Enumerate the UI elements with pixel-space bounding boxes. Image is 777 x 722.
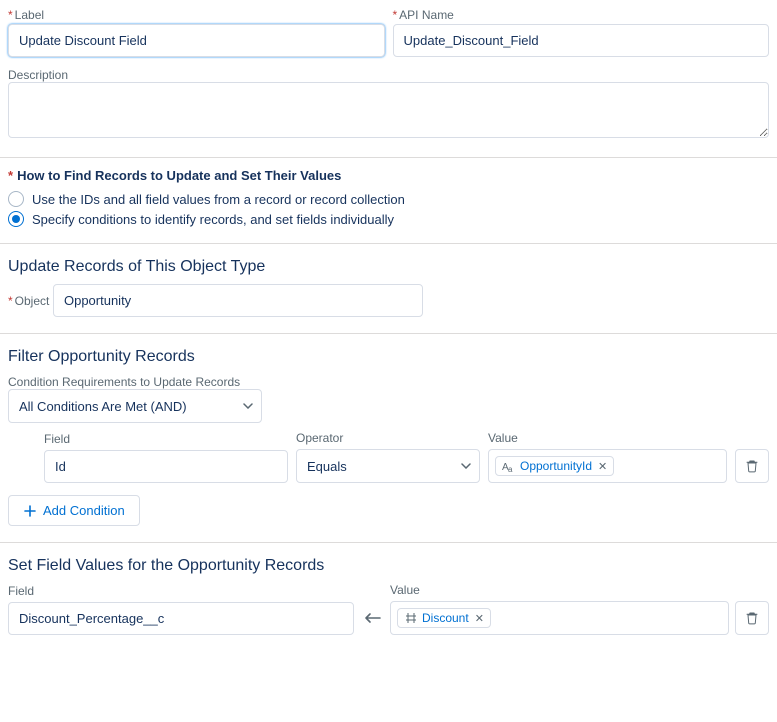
close-icon[interactable]: ✕ (475, 612, 484, 625)
label-input[interactable] (8, 24, 385, 57)
description-label: Description (8, 68, 68, 82)
chevron-down-icon (461, 463, 471, 469)
text-type-icon: Aa (502, 459, 516, 473)
condition-req-value: All Conditions Are Met (AND) (19, 399, 187, 414)
radio-icon (8, 211, 24, 227)
setvals-field-label: Field (8, 584, 354, 598)
filter-operator-label: Operator (296, 431, 480, 445)
radio-icon (8, 191, 24, 207)
svg-text:a: a (508, 465, 513, 473)
filter-field-input[interactable] (44, 450, 288, 483)
filter-operator-value: Equals (307, 459, 347, 474)
token-label: Discount (422, 611, 469, 625)
value-token[interactable]: Discount ✕ (397, 608, 491, 628)
close-icon[interactable]: ✕ (598, 460, 607, 473)
token-label: OpportunityId (520, 459, 592, 473)
radio-option-use-ids[interactable]: Use the IDs and all field values from a … (8, 191, 769, 207)
condition-req-select[interactable]: All Conditions Are Met (AND) (8, 389, 262, 423)
add-condition-label: Add Condition (43, 503, 125, 518)
plus-icon (23, 504, 37, 518)
setvals-value-label: Value (390, 583, 729, 597)
filter-operator-select[interactable]: Equals (296, 449, 480, 483)
filter-field-label: Field (44, 432, 288, 446)
radio-label: Specify conditions to identify records, … (32, 212, 394, 227)
object-label: Object (8, 294, 49, 308)
setvals-field-input[interactable] (8, 602, 354, 635)
trash-icon (745, 611, 759, 625)
find-heading: How to Find Records to Update and Set Th… (8, 168, 769, 183)
description-input[interactable] (8, 82, 769, 138)
assign-arrow-icon (360, 601, 384, 635)
value-token[interactable]: Aa OpportunityId ✕ (495, 456, 614, 476)
condition-req-label: Condition Requirements to Update Records (8, 375, 240, 389)
chevron-down-icon (243, 403, 253, 409)
radio-option-specify-conditions[interactable]: Specify conditions to identify records, … (8, 211, 769, 227)
delete-condition-button[interactable] (735, 449, 769, 483)
add-condition-button[interactable]: Add Condition (8, 495, 140, 526)
delete-field-button[interactable] (735, 601, 769, 635)
number-type-icon (404, 611, 418, 625)
setvals-value-input[interactable]: Discount ✕ (390, 601, 729, 635)
filter-heading: Filter Opportunity Records (8, 348, 769, 366)
filter-value-label: Value (488, 431, 727, 445)
object-input[interactable] (53, 284, 423, 317)
apiname-input[interactable] (393, 24, 770, 57)
filter-value-input[interactable]: Aa OpportunityId ✕ (488, 449, 727, 483)
object-type-heading: Update Records of This Object Type (8, 258, 769, 276)
setvals-heading: Set Field Values for the Opportunity Rec… (8, 557, 769, 575)
trash-icon (745, 459, 759, 473)
radio-label: Use the IDs and all field values from a … (32, 192, 405, 207)
apiname-label: API Name (393, 8, 770, 22)
label-label: Label (8, 8, 385, 22)
